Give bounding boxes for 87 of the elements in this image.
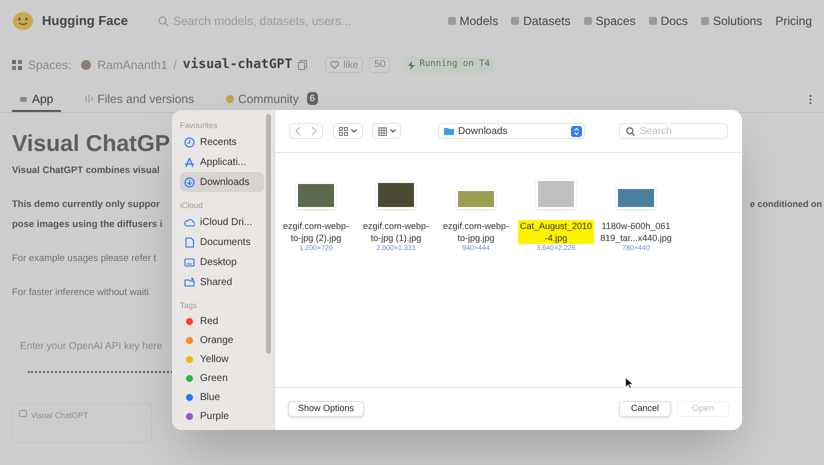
nav-icon	[511, 17, 520, 25]
download-icon	[184, 176, 195, 188]
sidebar-item[interactable]: Downloads	[180, 172, 264, 192]
tab[interactable]: Files and versions	[77, 87, 202, 112]
desktop-icon	[184, 256, 195, 268]
nav-link[interactable]: Docs	[648, 12, 688, 30]
photo-placeholder	[296, 182, 336, 209]
photo-placeholder	[616, 187, 656, 209]
shared-icon	[184, 276, 195, 288]
cloud-icon	[184, 216, 195, 228]
file-name[interactable]: Cat_August_2010 -4.jpg	[518, 220, 594, 244]
tag-item[interactable]: Green	[180, 369, 264, 388]
clock-icon	[184, 136, 195, 148]
icon-view-button[interactable]	[333, 123, 363, 139]
tab[interactable]: Community 6	[218, 87, 326, 112]
paragraph-text: For example usages please refer t	[12, 252, 156, 266]
folder-icon	[444, 127, 454, 135]
nav-icon	[584, 17, 592, 25]
tag-item[interactable]: Red	[180, 312, 264, 331]
chevron-down-icon	[351, 129, 357, 133]
show-options-button[interactable]: Show Options	[288, 401, 364, 417]
tag-item[interactable]: Blue	[180, 388, 264, 407]
nav-link[interactable]: Pricing	[775, 12, 812, 30]
space-name: visual-chatGPT	[182, 56, 292, 74]
location-dropdown[interactable]: Downloads	[438, 123, 585, 139]
sidebar-item[interactable]: Desktop	[180, 252, 264, 272]
document-icon	[184, 236, 195, 248]
mouse-pointer-icon	[625, 377, 633, 389]
paragraph-text: pose images using the diffusers i	[12, 218, 162, 232]
file-name[interactable]: ezgif.com-webp- to-jpg (2).jpg	[280, 220, 352, 244]
copy-icon	[298, 60, 308, 70]
scrollbar[interactable]	[266, 114, 271, 354]
nav-icon	[700, 17, 709, 25]
apps-icon	[184, 156, 195, 168]
cancel-button[interactable]: Cancel	[619, 401, 671, 417]
nav-link[interactable]: Models	[448, 12, 498, 30]
sidebar-item[interactable]: Shared	[180, 272, 264, 292]
more-icon	[809, 95, 812, 104]
paragraph-text: This demo currently only suppor	[12, 198, 160, 212]
tag-item[interactable]: Yellow	[180, 350, 264, 369]
file-name[interactable]: ezgif.com-webp- to-jpg (1).jpg	[360, 220, 432, 244]
section-heading: Favourites	[180, 120, 218, 132]
nav-link[interactable]: Datasets	[511, 12, 571, 30]
spaces-label: Spaces:	[28, 57, 72, 74]
tab-icon	[85, 94, 94, 102]
path-separator: /	[173, 57, 177, 74]
grid-icon	[339, 126, 348, 136]
heart-icon	[330, 61, 340, 69]
tag-item[interactable]: Orange	[180, 331, 264, 350]
status-badge: Running on T4	[404, 57, 494, 73]
nav-icon	[648, 17, 657, 25]
tab-icon	[226, 94, 234, 102]
spaces-grid-icon	[12, 60, 22, 70]
like-count: 50	[369, 57, 390, 73]
tab-icon	[20, 94, 28, 102]
group-view-button[interactable]	[372, 123, 401, 139]
section-heading: iCloud	[180, 200, 204, 212]
file-name[interactable]: 1180w-600h_061 819_tar...x440.jpg	[598, 220, 674, 244]
nav-icon	[448, 17, 456, 25]
stepper-icon	[571, 126, 582, 136]
photo-placeholder	[536, 179, 576, 209]
grid-icon	[378, 126, 386, 136]
count-badge: 6	[306, 92, 318, 106]
chatbot-label: Visual ChatGPT	[31, 410, 88, 422]
photo-placeholder	[376, 181, 416, 209]
search-icon	[626, 126, 635, 136]
sidebar-item[interactable]: Documents	[180, 232, 264, 252]
sidebar-item[interactable]: Applicati...	[180, 152, 264, 172]
lightning-icon	[408, 60, 416, 70]
brand-name[interactable]: Hugging Face	[42, 11, 128, 31]
smiley-face-logo-icon	[12, 11, 34, 31]
paragraph-text: Visual ChatGPT combines visual	[12, 164, 160, 178]
search-icon	[158, 16, 169, 26]
section-heading: Tags	[180, 300, 198, 312]
sidebar-item[interactable]: iCloud Dri...	[180, 212, 264, 232]
file-name[interactable]: ezgif.com-webp- to-jpg.jpg	[440, 220, 512, 244]
avatar-icon	[81, 60, 92, 70]
nav-link[interactable]: Spaces	[584, 12, 636, 30]
photo-placeholder	[456, 189, 496, 209]
chevron-down-icon	[390, 129, 396, 133]
paragraph-text: For faster inference without waiti	[12, 286, 149, 300]
tag-item[interactable]: Purple	[180, 407, 264, 426]
page-title: Visual ChatGP	[12, 129, 170, 158]
paragraph-text: e conditioned on	[750, 198, 822, 212]
tab[interactable]: App	[12, 87, 62, 112]
nav-link[interactable]: Solutions	[700, 12, 762, 30]
sidebar-item[interactable]: Recents	[180, 132, 264, 152]
